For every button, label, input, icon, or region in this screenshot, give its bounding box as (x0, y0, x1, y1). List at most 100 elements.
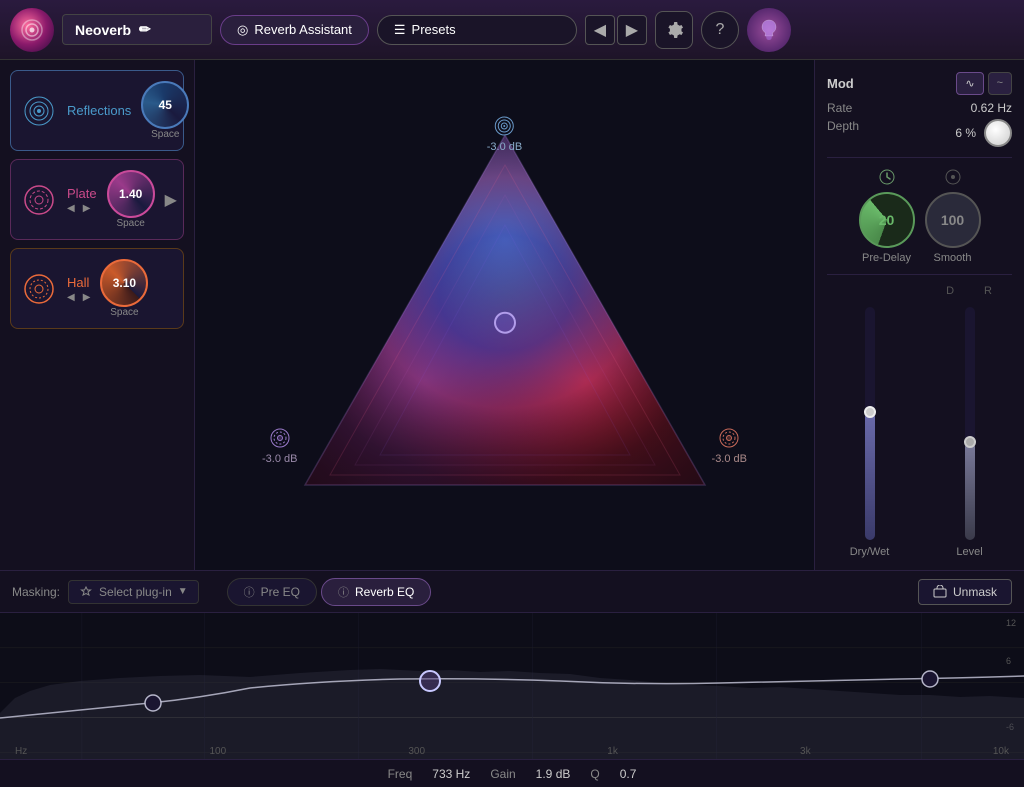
plate-expand-arrow[interactable]: ▶ (165, 190, 177, 210)
unmask-label: Unmask (953, 585, 997, 599)
plate-knob-value: 1.40 (119, 187, 142, 201)
right-reverb-point: -3.0 dB (712, 427, 747, 465)
freq-label-1k: 1k (607, 746, 618, 757)
mod-section: Mod ∿ ~ Rate 0.62 Hz Depth 6 % (827, 72, 1012, 147)
mod-rate-label: Rate (827, 101, 852, 115)
predelay-smooth-row: 20 Pre-Delay 100 Smooth (827, 168, 1012, 264)
prev-arrow[interactable]: ◀ (585, 15, 615, 45)
reverb-assistant-button[interactable]: ◎ Reverb Assistant (220, 15, 369, 45)
hall-arrows: ◀ ▶ (67, 292, 90, 303)
eq-handle-3 (922, 671, 938, 687)
reverb-center-point[interactable] (494, 312, 516, 334)
smooth-value: 100 (941, 212, 964, 228)
plate-arrows: ◀ ▶ (67, 203, 97, 214)
plate-space-label: Space (116, 218, 144, 229)
mod-depth-knob[interactable] (984, 119, 1012, 147)
bottom-panel: Masking: Select plug-in ▼ ⓘ Pre EQ ⓘ Rev… (0, 570, 1024, 787)
presets-label: Presets (412, 22, 456, 37)
settings-button[interactable] (655, 11, 693, 49)
status-freq-value: 733 Hz (432, 767, 470, 781)
d-label: D (946, 285, 954, 297)
eq-handle-1 (145, 695, 161, 711)
status-freq-label: Freq (388, 767, 413, 781)
predelay-icon-container (878, 168, 896, 186)
eq-handle-2 (420, 671, 440, 691)
mod-params: Rate 0.62 Hz Depth 6 % (827, 101, 1012, 147)
plate-knob-container: 1.40 Space (107, 170, 155, 229)
status-q-label: Q (590, 767, 599, 781)
select-plugin-label: Select plug-in (99, 585, 172, 599)
plugin-icon (79, 585, 93, 599)
plate-space-knob[interactable]: 1.40 (107, 170, 155, 218)
status-gain-value: 1.9 dB (536, 767, 571, 781)
r-label: R (984, 285, 992, 297)
top-point-label: -3.0 dB (487, 141, 522, 153)
level-thumb[interactable] (964, 436, 976, 448)
reflections-space-knob[interactable]: 45 (141, 81, 189, 129)
hall-info: Hall ◀ ▶ (67, 275, 90, 303)
hall-space-knob[interactable]: 3.10 (100, 259, 148, 307)
top-reverb-point: -3.0 dB (487, 115, 522, 153)
top-point-icon (494, 115, 516, 137)
mod-depth-param: Depth 6 % (827, 119, 1012, 147)
smooth-icon-container (944, 168, 962, 186)
header: Neoverb ✏ ◎ Reverb Assistant ☰ Presets ◀… (0, 0, 1024, 60)
predelay-icon (878, 168, 896, 186)
sliders-row: Dry/Wet Level (827, 307, 1012, 558)
hall-knob-value: 3.10 (113, 276, 136, 290)
plate-info: Plate ◀ ▶ (67, 186, 97, 214)
help-button[interactable]: ? (701, 11, 739, 49)
ai-button[interactable] (747, 8, 791, 52)
divider-1 (827, 157, 1012, 158)
predelay-label: Pre-Delay (862, 252, 911, 264)
pre-eq-info-icon: ⓘ (244, 584, 255, 600)
predelay-knob[interactable]: 20 (859, 192, 915, 248)
presets-button[interactable]: ☰ Presets (377, 15, 577, 45)
reflections-knob-container: 45 Space (141, 81, 189, 140)
reflections-module: Reflections 45 Space (10, 70, 184, 151)
left-point-label: -3.0 dB (262, 453, 297, 465)
mod-wave-button[interactable]: ~ (988, 72, 1012, 95)
plate-module: Plate ◀ ▶ 1.40 Space ▶ (10, 159, 184, 240)
drywet-label: Dry/Wet (850, 546, 890, 558)
plugin-name-display[interactable]: Neoverb ✏ (62, 14, 212, 45)
select-plugin-dropdown[interactable]: Select plug-in ▼ (68, 580, 199, 604)
status-q-value: 0.7 (620, 767, 637, 781)
mod-sine-button[interactable]: ∿ (956, 72, 983, 95)
plate-icon (21, 182, 57, 218)
mod-buttons: ∿ ~ (956, 72, 1012, 95)
logo (10, 8, 54, 52)
reflections-knob-value: 45 (159, 98, 172, 112)
center-panel: -3.0 dB -3.0 dB -3.0 dB (195, 60, 814, 570)
smooth-container: 100 Smooth (925, 168, 981, 264)
hall-space-label: Space (110, 307, 138, 318)
level-track[interactable] (965, 307, 975, 540)
main-area: Reflections 45 Space Plate ◀ (0, 60, 1024, 570)
mod-rate-param: Rate 0.62 Hz (827, 101, 1012, 115)
drywet-thumb[interactable] (864, 406, 876, 418)
eq-toolbar: Masking: Select plug-in ▼ ⓘ Pre EQ ⓘ Rev… (0, 571, 1024, 613)
pre-eq-tab[interactable]: ⓘ Pre EQ (227, 578, 317, 606)
edit-icon[interactable]: ✏ (139, 21, 151, 38)
unmask-button[interactable]: Unmask (918, 579, 1012, 605)
hall-prev-arrow[interactable]: ◀ (67, 292, 75, 303)
left-reverb-point: -3.0 dB (262, 427, 297, 465)
predelay-container: 20 Pre-Delay (859, 168, 915, 264)
hall-knob-container: 3.10 Space (100, 259, 148, 318)
next-arrow[interactable]: ▶ (617, 15, 647, 45)
pre-eq-label: Pre EQ (261, 585, 300, 599)
reflections-space-label: Space (151, 129, 179, 140)
plate-next-arrow[interactable]: ▶ (83, 203, 91, 214)
reverb-eq-info-icon: ⓘ (338, 584, 349, 600)
eq-status-bar: Freq 733 Hz Gain 1.9 dB Q 0.7 (0, 759, 1024, 787)
reverb-eq-tab[interactable]: ⓘ Reverb EQ (321, 578, 431, 606)
nav-arrows: ◀ ▶ (585, 15, 647, 45)
plate-prev-arrow[interactable]: ◀ (67, 203, 75, 214)
right-panel: Mod ∿ ~ Rate 0.62 Hz Depth 6 % (814, 60, 1024, 570)
hall-icon (21, 271, 57, 307)
presets-icon: ☰ (394, 22, 406, 38)
smooth-knob[interactable]: 100 (925, 192, 981, 248)
hall-next-arrow[interactable]: ▶ (83, 292, 91, 303)
mod-depth-label: Depth (827, 119, 859, 147)
drywet-track[interactable] (865, 307, 875, 540)
